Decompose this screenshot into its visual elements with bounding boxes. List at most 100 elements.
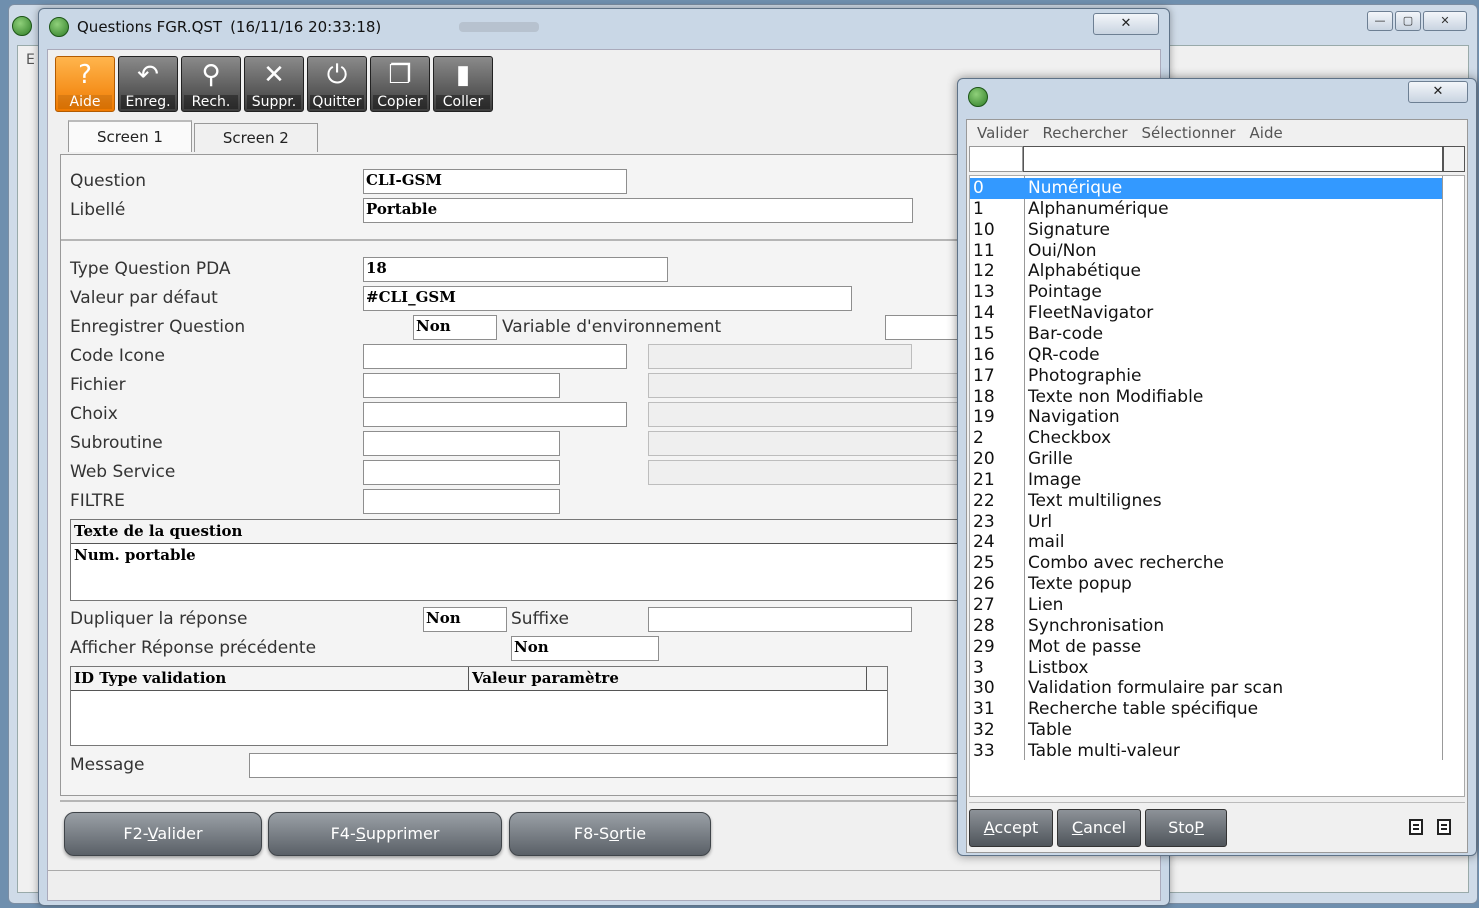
accept-rest: ccept (994, 818, 1039, 837)
menu-select[interactable]: Sélectionner (1136, 122, 1244, 142)
validate-prefix: F2- (123, 824, 148, 843)
list-item[interactable]: 14 FleetNavigator (970, 303, 1442, 324)
list-item[interactable]: 0 Numérique (970, 178, 1442, 199)
subroutine-description (648, 431, 968, 456)
list-item[interactable]: 16 QR-code (970, 345, 1442, 366)
list-item[interactable]: 32 Table (970, 720, 1442, 741)
delete-suffix: upprimer (365, 824, 440, 843)
list-item-name: Image (1028, 469, 1082, 490)
list-item[interactable]: 23 Url (970, 512, 1442, 533)
list-item[interactable]: 10 Signature (970, 220, 1442, 241)
filter-field[interactable] (363, 489, 560, 514)
menu-search[interactable]: Rechercher (1037, 122, 1136, 142)
suffix-label: Suffixe (511, 609, 569, 629)
stop-button[interactable]: StoP (1145, 809, 1227, 847)
message-field[interactable] (249, 753, 959, 778)
window-title-bar: Questions FGR.QST (16/11/16 20:33:18) (49, 17, 540, 37)
accept-button[interactable]: Accept (969, 809, 1053, 847)
copy-icon: ❐ (388, 60, 412, 90)
list-item[interactable]: 12 Alphabétique (970, 261, 1442, 282)
list-item[interactable]: 2 Checkbox (970, 428, 1442, 449)
list-item-name: Combo avec recherche (1028, 553, 1224, 574)
list-item[interactable]: 19 Navigation (970, 407, 1442, 428)
default-value-field[interactable]: #CLI_GSM (363, 286, 852, 311)
paste-button[interactable]: ▮ Coller (433, 56, 493, 112)
question-type-list[interactable]: 0 Numérique 1 Alphanumérique 10 Signature 11 Ou… (969, 175, 1465, 797)
tab-screen-1[interactable]: Screen 1 (68, 120, 192, 152)
list-item[interactable]: 20 Grille (970, 449, 1442, 470)
list-item[interactable]: 18 Texte non Modifiable (970, 387, 1442, 408)
save-question-field[interactable]: Non (413, 315, 497, 340)
list-item[interactable]: 3 Listbox (970, 658, 1442, 679)
menu-help[interactable]: Aide (1244, 122, 1291, 142)
list-item[interactable]: 1 Alphanumérique (970, 199, 1442, 220)
list-item-name: Lien (1028, 595, 1064, 615)
list-item[interactable]: 29 Mot de passe (970, 637, 1442, 658)
window-title: Questions FGR.QST (77, 18, 223, 36)
list-item[interactable]: 22 Text multilignes (970, 491, 1442, 512)
list-item[interactable]: 26 Texte popup (970, 574, 1442, 595)
list-item-code: 25 (973, 553, 995, 574)
list-item[interactable]: 30 Validation formulaire par scan (970, 678, 1442, 699)
maximize-icon[interactable]: ▢ (1395, 11, 1421, 31)
icon-code-description (648, 344, 912, 369)
list-item[interactable]: 21 Image (970, 470, 1442, 491)
show-previous-label: Afficher Réponse précédente (70, 638, 317, 658)
minimize-icon[interactable]: — (1367, 11, 1393, 31)
libelle-field[interactable]: Portable (363, 198, 913, 223)
list-item-name: Numérique (1028, 178, 1123, 198)
list-item[interactable]: 33 Table multi-valeur (970, 741, 1442, 762)
web-service-field[interactable] (363, 460, 560, 485)
env-variable-field[interactable] (885, 315, 965, 340)
question-field[interactable]: CLI-GSM (363, 169, 627, 194)
file-field[interactable] (363, 373, 560, 398)
subroutine-field[interactable] (363, 431, 560, 456)
list-item[interactable]: 13 Pointage (970, 282, 1442, 303)
validation-grid: ID Type validation Valeur paramètre (70, 666, 888, 746)
help-button[interactable]: ? Aide (55, 56, 115, 112)
grid-header-parameter-value[interactable]: Valeur paramètre (469, 667, 867, 691)
list-item[interactable]: 11 Oui/Non (970, 241, 1442, 262)
search-button[interactable]: ⚲ Rech. (181, 56, 241, 112)
suffix-field[interactable] (648, 607, 912, 632)
grid-header-validation-type[interactable]: ID Type validation (71, 667, 469, 691)
scrollbar-track[interactable] (1442, 176, 1443, 760)
cancel-button[interactable]: Cancel (1057, 809, 1141, 847)
copy-button[interactable]: ❐ Copier (370, 56, 430, 112)
name-filter-input[interactable] (1023, 146, 1443, 172)
save-button[interactable]: ↶ Enreg. (118, 56, 178, 112)
close-icon[interactable]: ✕ (1408, 81, 1468, 103)
delete-record-button[interactable]: F4-Supprimer (268, 812, 502, 856)
list-item[interactable]: 24 mail (970, 532, 1442, 553)
type-question-field[interactable]: 18 (363, 257, 668, 282)
code-filter-input[interactable] (969, 146, 1023, 172)
list-item-name: Table (1028, 720, 1072, 741)
close-icon[interactable]: ✕ (1423, 11, 1467, 31)
menu-validate[interactable]: Valider (971, 122, 1037, 142)
export-document-icon[interactable] (1409, 819, 1423, 835)
question-text-field[interactable]: Num. portable (71, 544, 969, 568)
list-item-name: Oui/Non (1028, 240, 1097, 261)
list-item[interactable]: 31 Recherche table spécifique (970, 699, 1442, 720)
list-item[interactable]: 27 Lien (970, 595, 1442, 616)
list-item-name: mail (1028, 532, 1065, 553)
list-item-code: 27 (973, 595, 995, 615)
validate-button[interactable]: F2-Valider (64, 812, 262, 856)
list-item[interactable]: 28 Synchronisation (970, 616, 1442, 637)
close-icon[interactable]: ✕ (1093, 13, 1159, 35)
quit-button[interactable]: ⏻ Quitter (307, 56, 367, 112)
list-item[interactable]: 15 Bar-code (970, 324, 1442, 345)
list-item[interactable]: 17 Photographie (970, 366, 1442, 387)
icon-code-field[interactable] (363, 344, 627, 369)
choice-field[interactable] (363, 402, 627, 427)
file-description (648, 373, 968, 398)
list-item[interactable]: 25 Combo avec recherche (970, 553, 1442, 574)
tab-screen-2[interactable]: Screen 2 (193, 123, 318, 152)
message-label: Message (70, 755, 145, 775)
duplicate-answer-field[interactable]: Non (423, 607, 507, 632)
print-document-icon[interactable] (1437, 819, 1451, 835)
show-previous-field[interactable]: Non (511, 636, 659, 661)
lookup-filter-row (969, 146, 1465, 172)
exit-button[interactable]: F8-Sortie (509, 812, 711, 856)
delete-button[interactable]: ✕ Suppr. (244, 56, 304, 112)
